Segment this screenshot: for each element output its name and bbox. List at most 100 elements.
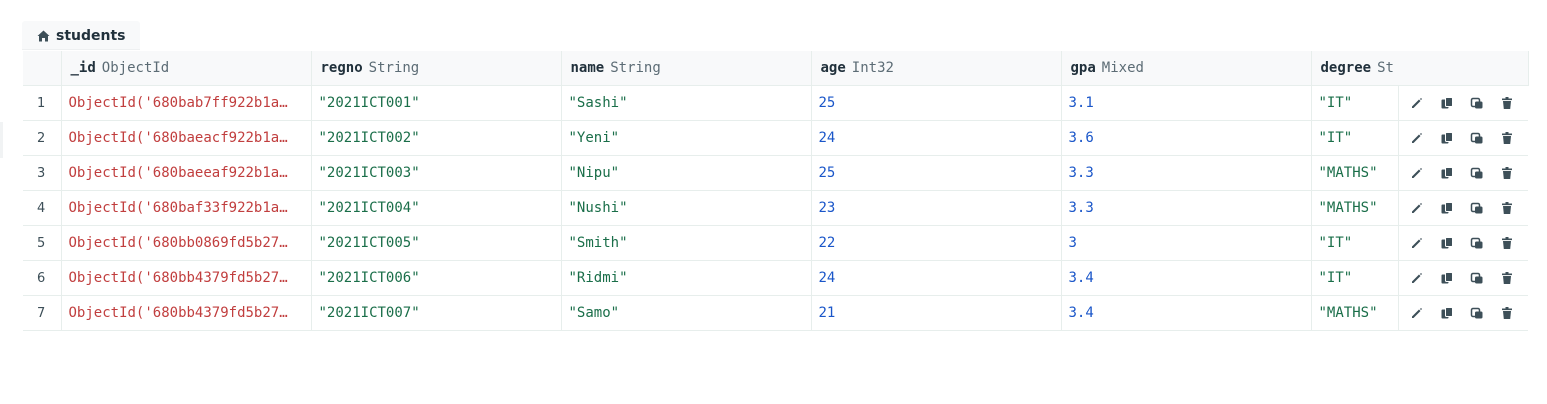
clone-icon[interactable] (1469, 305, 1485, 321)
edit-icon[interactable] (1409, 270, 1425, 286)
cell-gpa[interactable]: 3.6 (1061, 120, 1312, 156)
cell-name[interactable]: "Nushi" (561, 190, 812, 226)
row-number: 6 (23, 260, 62, 296)
home-icon[interactable] (36, 29, 50, 43)
cell-name[interactable]: "Nipu" (561, 155, 812, 191)
cell-regno[interactable]: "2021ICT007" (311, 295, 562, 331)
edit-icon[interactable] (1409, 200, 1425, 216)
header-name[interactable]: name String (561, 51, 812, 86)
cell-age[interactable]: 24 (811, 120, 1062, 156)
table-row[interactable]: 4 ObjectId('680baf33f922b1a… "2021ICT004… (23, 190, 1528, 226)
cell-name[interactable]: "Ridmi" (561, 260, 812, 296)
copy-icon[interactable] (1439, 165, 1455, 181)
cell-id[interactable]: ObjectId('680bb0869fd5b27… (61, 225, 312, 261)
row-actions (1398, 295, 1528, 331)
delete-icon[interactable] (1499, 130, 1515, 146)
column-type: String (610, 60, 661, 76)
cell-id[interactable]: ObjectId('680bab7ff922b1a… (61, 85, 312, 121)
copy-icon[interactable] (1439, 270, 1455, 286)
cell-name[interactable]: "Yeni" (561, 120, 812, 156)
copy-icon[interactable] (1439, 305, 1455, 321)
string-value: "2021ICT003" (318, 165, 420, 181)
cell-age[interactable]: 25 (811, 155, 1062, 191)
edit-icon[interactable] (1409, 130, 1425, 146)
table-row[interactable]: 3 ObjectId('680baeeaf922b1a… "2021ICT003… (23, 155, 1528, 191)
string-value: "IT" (1318, 235, 1353, 251)
cell-age[interactable]: 21 (811, 295, 1062, 331)
cell-degree[interactable]: "IT" (1311, 120, 1399, 156)
copy-icon[interactable] (1439, 95, 1455, 111)
header-degree[interactable]: degree St (1311, 51, 1529, 86)
cell-gpa[interactable]: 3.4 (1061, 295, 1312, 331)
delete-icon[interactable] (1499, 305, 1515, 321)
cell-id[interactable]: ObjectId('680baeacf922b1a… (61, 120, 312, 156)
clone-icon[interactable] (1469, 95, 1485, 111)
cell-id[interactable]: ObjectId('680baf33f922b1a… (61, 190, 312, 226)
cell-degree[interactable]: "MATHS" (1311, 155, 1399, 191)
cell-id[interactable]: ObjectId('680bb4379fd5b27… (61, 260, 312, 296)
left-edge-marker (0, 122, 3, 158)
cell-age[interactable]: 22 (811, 225, 1062, 261)
cell-regno[interactable]: "2021ICT004" (311, 190, 562, 226)
cell-gpa[interactable]: 3.1 (1061, 85, 1312, 121)
row-actions (1398, 155, 1528, 191)
header-age[interactable]: age Int32 (811, 51, 1062, 86)
delete-icon[interactable] (1499, 270, 1515, 286)
edit-icon[interactable] (1409, 305, 1425, 321)
cell-regno[interactable]: "2021ICT001" (311, 85, 562, 121)
collection-breadcrumb-tab[interactable]: students (22, 21, 140, 50)
cell-degree[interactable]: "IT" (1311, 225, 1399, 261)
clone-icon[interactable] (1469, 130, 1485, 146)
row-actions (1398, 190, 1528, 226)
copy-icon[interactable] (1439, 235, 1455, 251)
objectid-value: ObjectId('680baeacf922b1a… (68, 130, 288, 146)
clone-icon[interactable] (1469, 165, 1485, 181)
header-regno[interactable]: regno String (311, 51, 562, 86)
table-row[interactable]: 6 ObjectId('680bb4379fd5b27… "2021ICT006… (23, 260, 1528, 296)
number-value: 21 (818, 305, 836, 321)
string-value: "2021ICT007" (318, 305, 420, 321)
row-actions (1398, 260, 1528, 296)
cell-gpa[interactable]: 3.3 (1061, 190, 1312, 226)
cell-gpa[interactable]: 3.3 (1061, 155, 1312, 191)
copy-icon[interactable] (1439, 130, 1455, 146)
cell-regno[interactable]: "2021ICT003" (311, 155, 562, 191)
cell-regno[interactable]: "2021ICT006" (311, 260, 562, 296)
cell-age[interactable]: 25 (811, 85, 1062, 121)
clone-icon[interactable] (1469, 200, 1485, 216)
cell-gpa[interactable]: 3.4 (1061, 260, 1312, 296)
edit-icon[interactable] (1409, 165, 1425, 181)
clone-icon[interactable] (1469, 270, 1485, 286)
clone-icon[interactable] (1469, 235, 1485, 251)
delete-icon[interactable] (1499, 95, 1515, 111)
row-actions (1398, 120, 1528, 156)
cell-age[interactable]: 23 (811, 190, 1062, 226)
edit-icon[interactable] (1409, 95, 1425, 111)
cell-regno[interactable]: "2021ICT005" (311, 225, 562, 261)
cell-degree[interactable]: "MATHS" (1311, 295, 1399, 331)
cell-degree[interactable]: "IT" (1311, 260, 1399, 296)
table-row[interactable]: 7 ObjectId('680bb4379fd5b27… "2021ICT007… (23, 295, 1528, 331)
column-type: St (1377, 60, 1394, 76)
table-row[interactable]: 2 ObjectId('680baeacf922b1a… "2021ICT002… (23, 120, 1528, 156)
cell-gpa[interactable]: 3 (1061, 225, 1312, 261)
table-row[interactable]: 1 ObjectId('680bab7ff922b1a… "2021ICT001… (23, 85, 1528, 121)
delete-icon[interactable] (1499, 235, 1515, 251)
header-gpa[interactable]: gpa Mixed (1061, 51, 1312, 86)
cell-regno[interactable]: "2021ICT002" (311, 120, 562, 156)
string-value: "Nushi" (568, 200, 628, 216)
copy-icon[interactable] (1439, 200, 1455, 216)
header-id[interactable]: _id ObjectId (61, 51, 312, 86)
cell-id[interactable]: ObjectId('680baeeaf922b1a… (61, 155, 312, 191)
cell-name[interactable]: "Sashi" (561, 85, 812, 121)
table-row[interactable]: 5 ObjectId('680bb0869fd5b27… "2021ICT005… (23, 225, 1528, 261)
cell-degree[interactable]: "MATHS" (1311, 190, 1399, 226)
cell-id[interactable]: ObjectId('680bb4379fd5b27… (61, 295, 312, 331)
delete-icon[interactable] (1499, 165, 1515, 181)
cell-name[interactable]: "Samo" (561, 295, 812, 331)
cell-name[interactable]: "Smith" (561, 225, 812, 261)
cell-age[interactable]: 24 (811, 260, 1062, 296)
cell-degree[interactable]: "IT" (1311, 85, 1399, 121)
delete-icon[interactable] (1499, 200, 1515, 216)
edit-icon[interactable] (1409, 235, 1425, 251)
